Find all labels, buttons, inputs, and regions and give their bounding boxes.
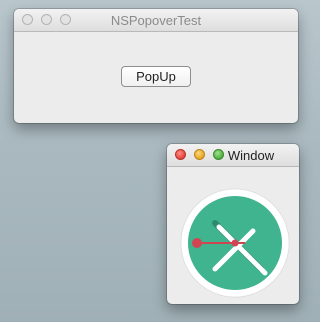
- popover-window-title: Window: [227, 148, 275, 163]
- minimize-button[interactable]: [194, 149, 205, 160]
- main-window-title: NSPopoverTest: [110, 13, 202, 28]
- popover-window-titlebar[interactable]: Window: [167, 144, 299, 167]
- main-window: NSPopoverTest PopUp: [14, 9, 298, 123]
- clock-icon: [180, 188, 290, 298]
- second-hand-tail: [192, 238, 202, 248]
- clock-area: [167, 167, 299, 304]
- main-window-titlebar[interactable]: NSPopoverTest: [14, 9, 298, 32]
- close-button[interactable]: [175, 149, 186, 160]
- popover-window: Window: [167, 144, 299, 304]
- clock-center: [231, 239, 239, 247]
- popup-button[interactable]: PopUp: [121, 66, 191, 87]
